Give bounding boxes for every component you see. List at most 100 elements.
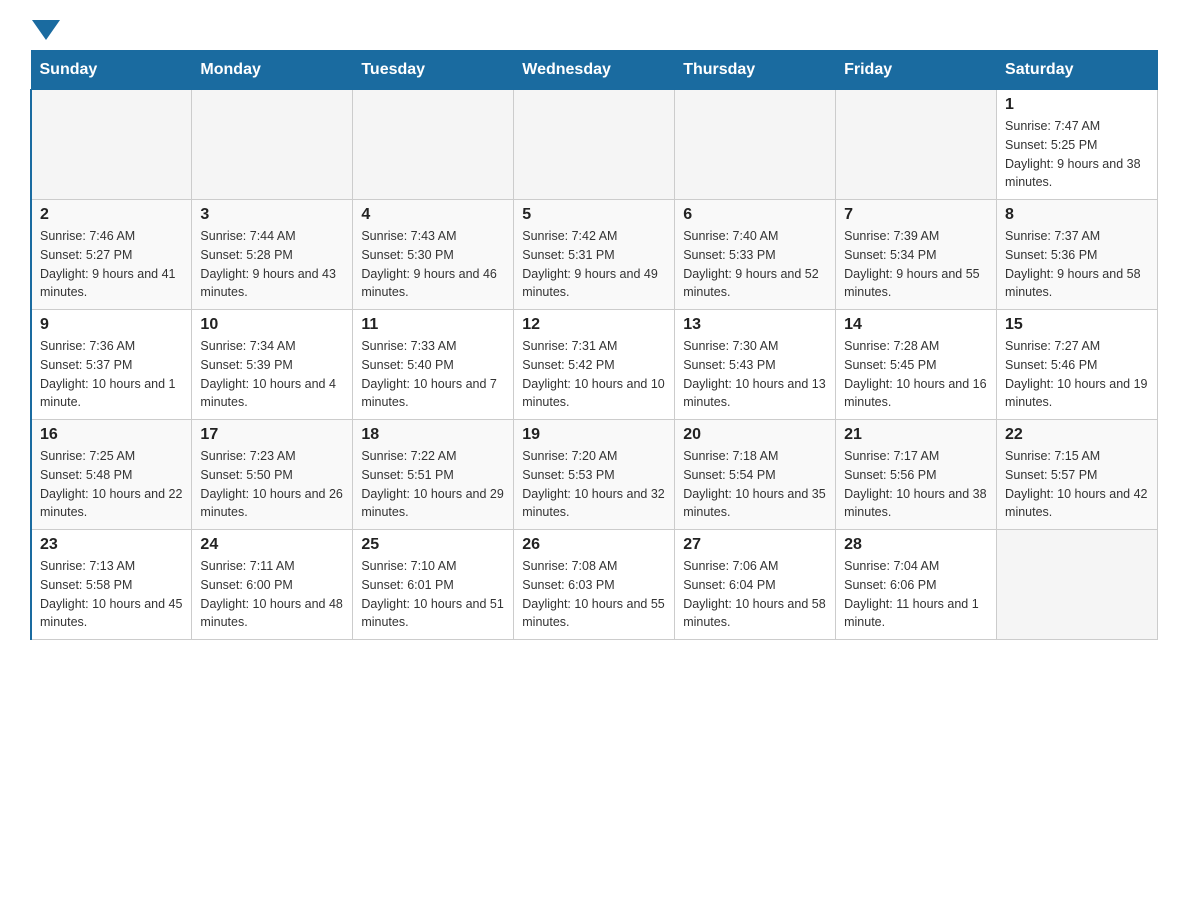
day-number: 13 (683, 316, 827, 334)
calendar-header-row: Sunday Monday Tuesday Wednesday Thursday… (31, 51, 1158, 90)
col-sunday: Sunday (31, 51, 192, 90)
table-row: 1 Sunrise: 7:47 AMSunset: 5:25 PMDaylight… (997, 90, 1158, 200)
col-friday: Friday (836, 51, 997, 90)
day-number: 3 (200, 206, 344, 224)
table-row: 5 Sunrise: 7:42 AMSunset: 5:31 PMDaylight… (514, 200, 675, 310)
day-number: 11 (361, 316, 505, 334)
day-info: Sunrise: 7:31 AMSunset: 5:42 PMDaylight:… (522, 337, 666, 412)
day-info: Sunrise: 7:04 AMSunset: 6:06 PMDaylight:… (844, 557, 988, 632)
table-row: 6 Sunrise: 7:40 AMSunset: 5:33 PMDaylight… (675, 200, 836, 310)
table-row: 15 Sunrise: 7:27 AMSunset: 5:46 PMDayligh… (997, 310, 1158, 420)
calendar-week-row: 23Sunrise: 7:13 AMSunset: 5:58 PMDayligh… (31, 530, 1158, 640)
day-number: 5 (522, 206, 666, 224)
day-info: Sunrise: 7:30 AMSunset: 5:43 PMDaylight:… (683, 337, 827, 412)
logo (30, 20, 62, 40)
table-row (675, 90, 836, 200)
table-row: 18 Sunrise: 7:22 AMSunset: 5:51 PMDayligh… (353, 420, 514, 530)
table-row: 25 Sunrise: 7:10 AMSunset: 6:01 PMDayligh… (353, 530, 514, 640)
calendar-table: Sunday Monday Tuesday Wednesday Thursday… (30, 50, 1158, 640)
table-row (836, 90, 997, 200)
day-number: 24 (200, 536, 344, 554)
day-number: 4 (361, 206, 505, 224)
day-info: Sunrise: 7:47 AMSunset: 5:25 PMDaylight:… (1005, 117, 1149, 192)
table-row: 13 Sunrise: 7:30 AMSunset: 5:43 PMDayligh… (675, 310, 836, 420)
table-row: 21 Sunrise: 7:17 AMSunset: 5:56 PMDayligh… (836, 420, 997, 530)
day-info: Sunrise: 7:23 AMSunset: 5:50 PMDaylight:… (200, 447, 344, 522)
day-info: Sunrise: 7:42 AMSunset: 5:31 PMDaylight:… (522, 227, 666, 302)
day-number: 10 (200, 316, 344, 334)
day-number: 12 (522, 316, 666, 334)
col-saturday: Saturday (997, 51, 1158, 90)
table-row: 23Sunrise: 7:13 AMSunset: 5:58 PMDayligh… (31, 530, 192, 640)
day-number: 2 (40, 206, 183, 224)
day-number: 25 (361, 536, 505, 554)
table-row: 2 Sunrise: 7:46 AMSunset: 5:27 PMDaylight… (31, 200, 192, 310)
day-number: 21 (844, 426, 988, 444)
day-info: Sunrise: 7:39 AMSunset: 5:34 PMDaylight:… (844, 227, 988, 302)
day-info: Sunrise: 7:34 AMSunset: 5:39 PMDaylight:… (200, 337, 344, 412)
table-row (514, 90, 675, 200)
day-number: 18 (361, 426, 505, 444)
table-row: 8 Sunrise: 7:37 AMSunset: 5:36 PMDaylight… (997, 200, 1158, 310)
day-info: Sunrise: 7:36 AMSunset: 5:37 PMDaylight:… (40, 337, 183, 412)
day-number: 9 (40, 316, 183, 334)
calendar-week-row: 9 Sunrise: 7:36 AMSunset: 5:37 PMDaylight… (31, 310, 1158, 420)
day-info: Sunrise: 7:28 AMSunset: 5:45 PMDaylight:… (844, 337, 988, 412)
table-row: 26 Sunrise: 7:08 AMSunset: 6:03 PMDayligh… (514, 530, 675, 640)
day-info: Sunrise: 7:10 AMSunset: 6:01 PMDaylight:… (361, 557, 505, 632)
day-number: 22 (1005, 426, 1149, 444)
table-row: 4 Sunrise: 7:43 AMSunset: 5:30 PMDaylight… (353, 200, 514, 310)
table-row: 24 Sunrise: 7:11 AMSunset: 6:00 PMDayligh… (192, 530, 353, 640)
col-wednesday: Wednesday (514, 51, 675, 90)
table-row: 20Sunrise: 7:18 AMSunset: 5:54 PMDayligh… (675, 420, 836, 530)
table-row (353, 90, 514, 200)
day-info: Sunrise: 7:08 AMSunset: 6:03 PMDaylight:… (522, 557, 666, 632)
col-thursday: Thursday (675, 51, 836, 90)
day-number: 27 (683, 536, 827, 554)
calendar-week-row: 1 Sunrise: 7:47 AMSunset: 5:25 PMDaylight… (31, 90, 1158, 200)
day-info: Sunrise: 7:15 AMSunset: 5:57 PMDaylight:… (1005, 447, 1149, 522)
table-row: 16 Sunrise: 7:25 AMSunset: 5:48 PMDayligh… (31, 420, 192, 530)
day-number: 14 (844, 316, 988, 334)
table-row: 22 Sunrise: 7:15 AMSunset: 5:57 PMDayligh… (997, 420, 1158, 530)
day-info: Sunrise: 7:20 AMSunset: 5:53 PMDaylight:… (522, 447, 666, 522)
day-number: 7 (844, 206, 988, 224)
table-row: 3 Sunrise: 7:44 AMSunset: 5:28 PMDaylight… (192, 200, 353, 310)
table-row: 9 Sunrise: 7:36 AMSunset: 5:37 PMDaylight… (31, 310, 192, 420)
day-number: 15 (1005, 316, 1149, 334)
day-info: Sunrise: 7:33 AMSunset: 5:40 PMDaylight:… (361, 337, 505, 412)
day-number: 17 (200, 426, 344, 444)
day-info: Sunrise: 7:06 AMSunset: 6:04 PMDaylight:… (683, 557, 827, 632)
table-row: 12 Sunrise: 7:31 AMSunset: 5:42 PMDayligh… (514, 310, 675, 420)
day-number: 19 (522, 426, 666, 444)
day-info: Sunrise: 7:25 AMSunset: 5:48 PMDaylight:… (40, 447, 183, 522)
day-number: 20 (683, 426, 827, 444)
day-info: Sunrise: 7:27 AMSunset: 5:46 PMDaylight:… (1005, 337, 1149, 412)
logo-triangle-icon (32, 20, 60, 40)
table-row: 11 Sunrise: 7:33 AMSunset: 5:40 PMDayligh… (353, 310, 514, 420)
day-info: Sunrise: 7:40 AMSunset: 5:33 PMDaylight:… (683, 227, 827, 302)
day-info: Sunrise: 7:22 AMSunset: 5:51 PMDaylight:… (361, 447, 505, 522)
table-row: 28Sunrise: 7:04 AMSunset: 6:06 PMDayligh… (836, 530, 997, 640)
table-row: 10 Sunrise: 7:34 AMSunset: 5:39 PMDayligh… (192, 310, 353, 420)
day-info: Sunrise: 7:44 AMSunset: 5:28 PMDaylight:… (200, 227, 344, 302)
day-number: 1 (1005, 96, 1149, 114)
day-number: 16 (40, 426, 183, 444)
day-info: Sunrise: 7:37 AMSunset: 5:36 PMDaylight:… (1005, 227, 1149, 302)
day-number: 26 (522, 536, 666, 554)
day-info: Sunrise: 7:11 AMSunset: 6:00 PMDaylight:… (200, 557, 344, 632)
calendar-week-row: 16 Sunrise: 7:25 AMSunset: 5:48 PMDayligh… (31, 420, 1158, 530)
table-row (997, 530, 1158, 640)
day-number: 6 (683, 206, 827, 224)
day-info: Sunrise: 7:43 AMSunset: 5:30 PMDaylight:… (361, 227, 505, 302)
page-header (30, 20, 1158, 40)
col-tuesday: Tuesday (353, 51, 514, 90)
day-info: Sunrise: 7:17 AMSunset: 5:56 PMDaylight:… (844, 447, 988, 522)
table-row (192, 90, 353, 200)
day-info: Sunrise: 7:46 AMSunset: 5:27 PMDaylight:… (40, 227, 183, 302)
table-row: 27 Sunrise: 7:06 AMSunset: 6:04 PMDayligh… (675, 530, 836, 640)
table-row (31, 90, 192, 200)
day-number: 8 (1005, 206, 1149, 224)
day-info: Sunrise: 7:13 AMSunset: 5:58 PMDaylight:… (40, 557, 183, 632)
calendar-week-row: 2 Sunrise: 7:46 AMSunset: 5:27 PMDaylight… (31, 200, 1158, 310)
